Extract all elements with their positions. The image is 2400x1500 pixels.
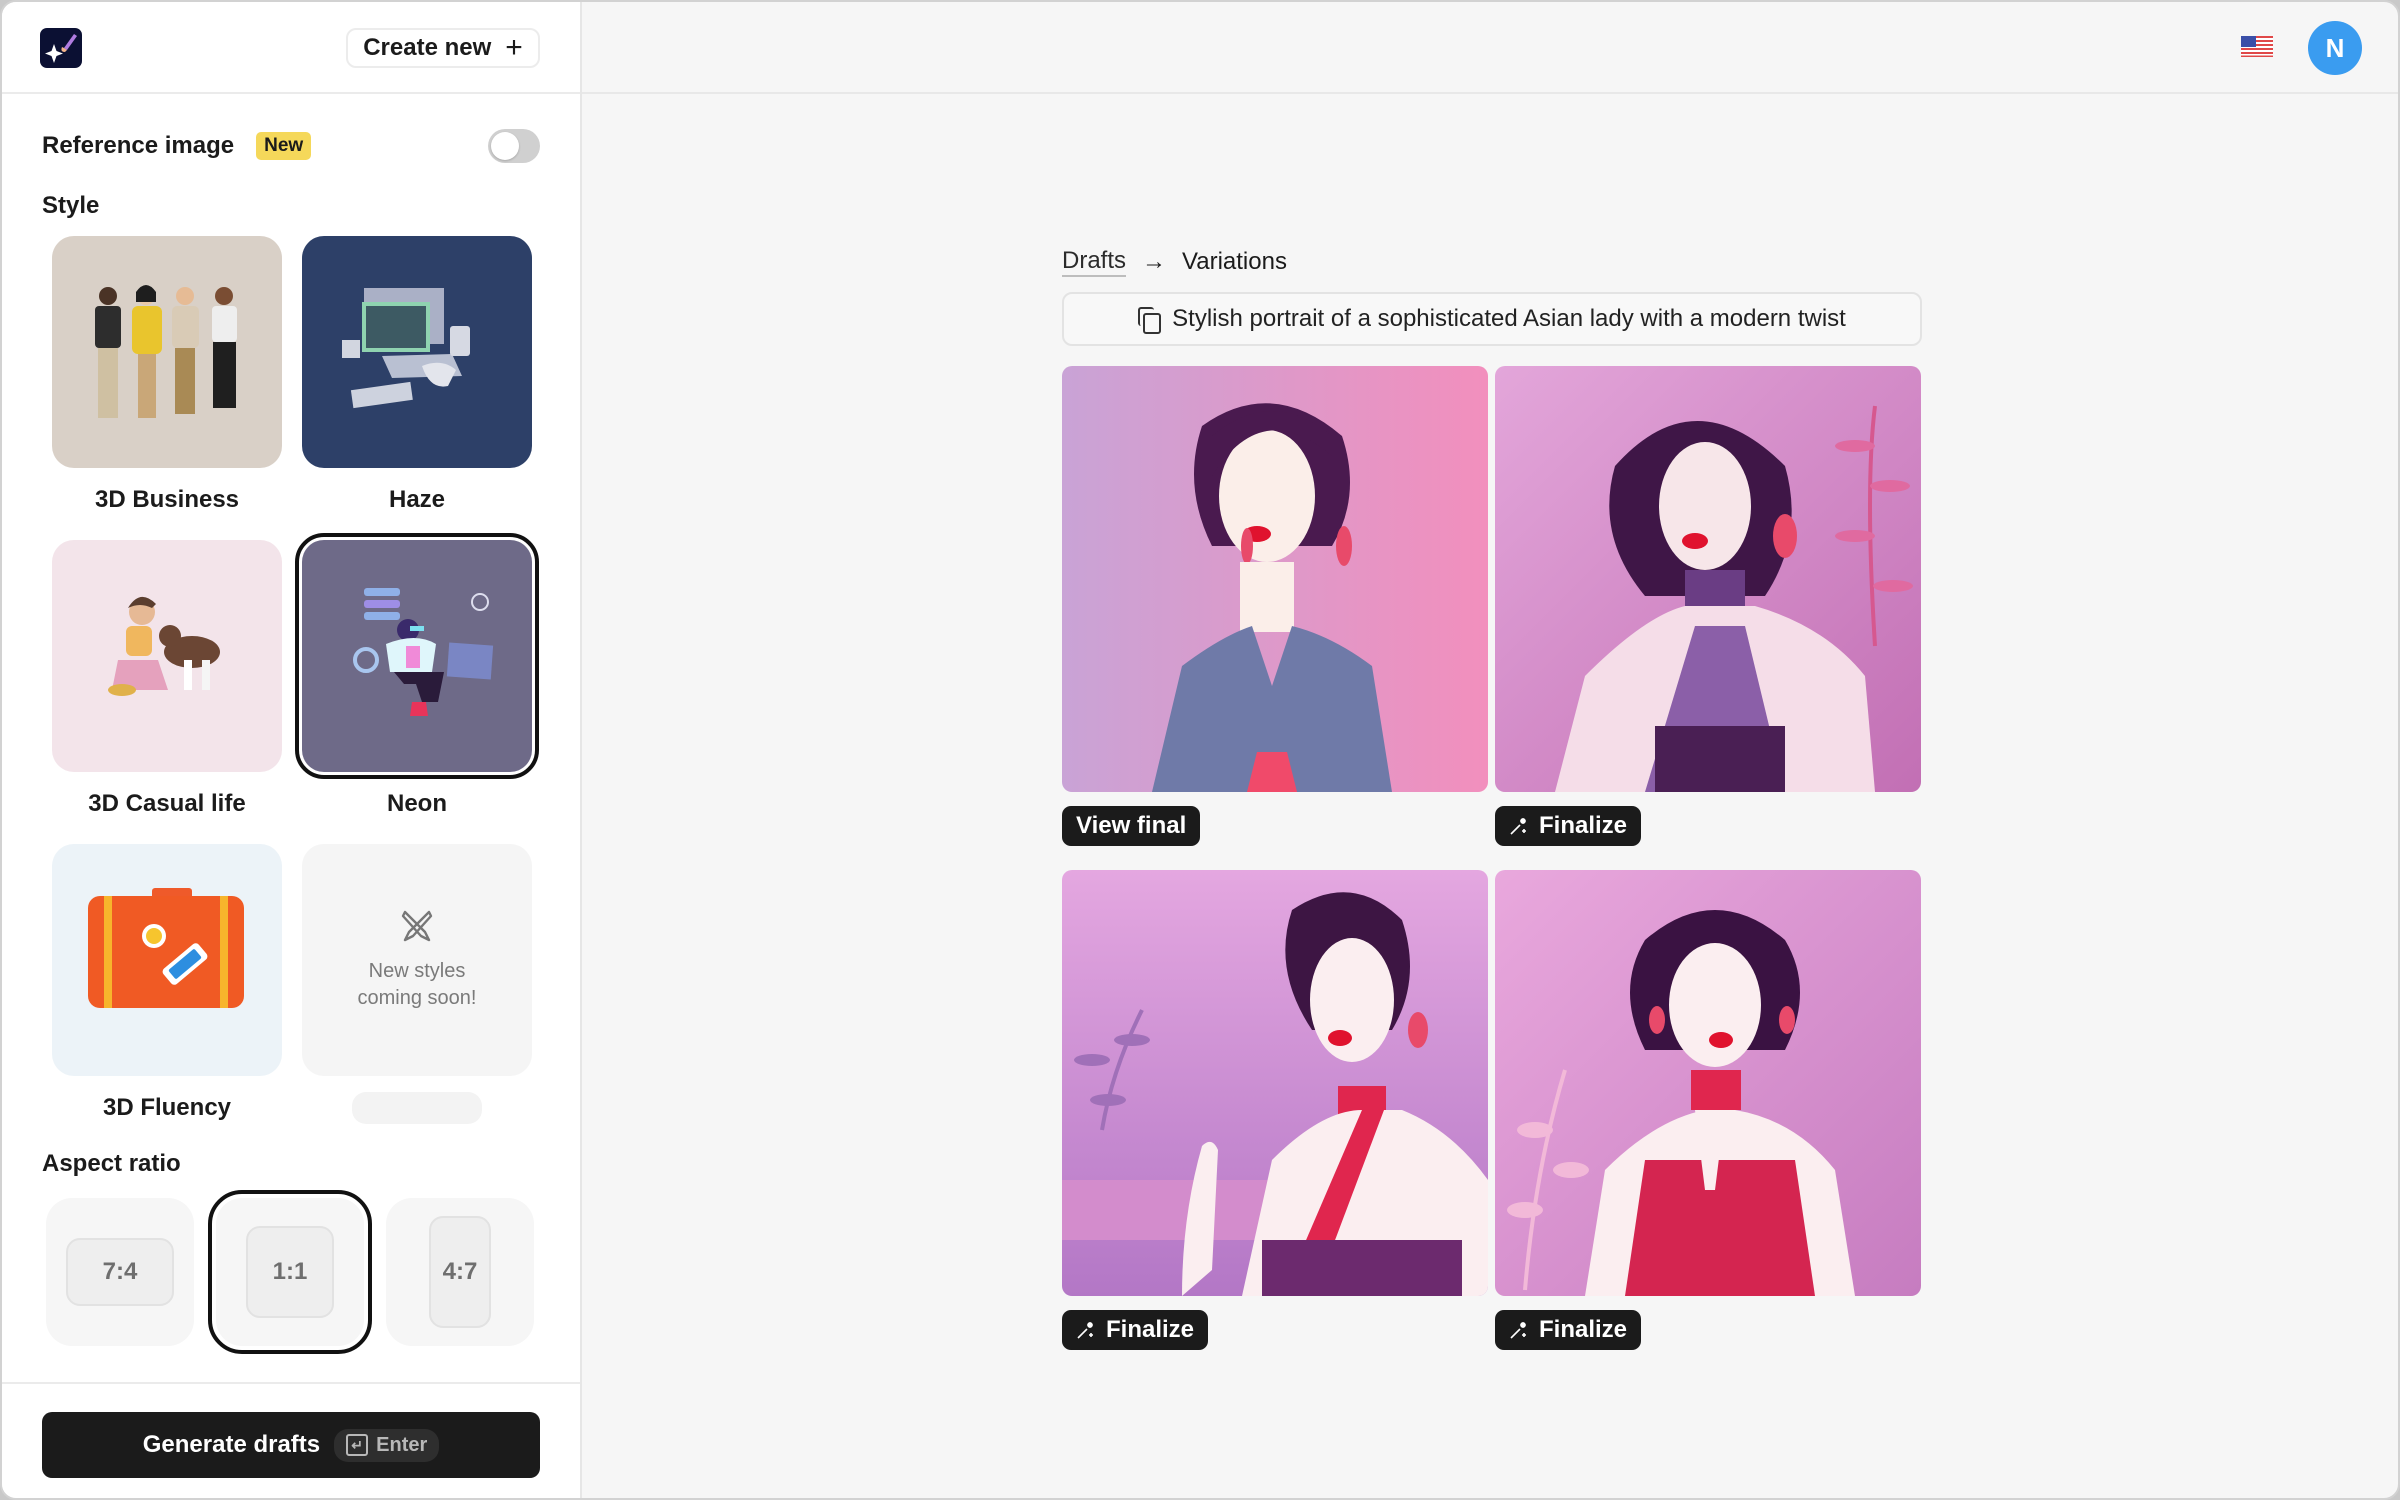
aspect-ratio-section-title: Aspect ratio <box>42 1150 181 1177</box>
prompt-text: Stylish portrait of a sophisticated Asia… <box>1172 305 1846 332</box>
coming-soon-tile: New styles coming soon! <box>302 844 532 1076</box>
style-name: 3D Casual life <box>88 790 246 817</box>
portrait-image <box>1495 366 1921 792</box>
user-avatar[interactable]: N <box>2308 21 2362 75</box>
finalize-button[interactable]: Finalize <box>1495 806 1642 846</box>
style-card-3d-fluency[interactable]: 3D Fluency <box>52 844 282 1124</box>
magic-wand-icon <box>1077 1322 1093 1339</box>
reference-image-toggle[interactable] <box>488 129 540 163</box>
arrow-right-icon: → <box>1142 248 1167 275</box>
app-window: Create new + Reference image New Style 3… <box>0 0 2400 1500</box>
style-section-title: Style <box>42 192 100 219</box>
new-badge: New <box>256 132 312 160</box>
variation-action-label: Finalize <box>1539 812 1628 839</box>
variation-action-label: View final <box>1076 812 1187 839</box>
shortcut-label: Enter <box>376 1433 428 1456</box>
portrait-image <box>1062 870 1488 1296</box>
sidebar-footer: Generate drafts ↵ Enter <box>2 1382 580 1498</box>
aspect-ratio-options: 7:4 1:1 4:7 <box>46 1190 536 1354</box>
aspect-ratio-7-4[interactable]: 7:4 <box>46 1198 194 1346</box>
magic-wand-icon <box>1510 1322 1526 1339</box>
generate-drafts-label: Generate drafts <box>142 1431 321 1458</box>
us-flag-icon[interactable] <box>2241 36 2273 57</box>
style-card-haze[interactable]: Haze <box>302 236 532 516</box>
style-card-neon[interactable]: Neon <box>295 533 539 820</box>
variation-item: Finalize <box>1495 870 1921 1350</box>
ratio-label: 4:7 <box>429 1216 491 1328</box>
coming-soon-line2: coming soon! <box>357 987 477 1009</box>
breadcrumb-drafts-link[interactable]: Drafts <box>1062 247 1127 277</box>
suitcase-illustration <box>88 888 244 1008</box>
style-card-coming-soon: New styles coming soon! <box>302 844 532 1124</box>
sidebar-header: Create new + <box>2 2 580 94</box>
create-new-button[interactable]: Create new + <box>346 28 540 68</box>
ratio-label: 1:1 <box>246 1226 334 1318</box>
group-of-people-illustration <box>95 285 237 418</box>
portrait-image <box>1062 366 1488 792</box>
style-card-3d-casual-life[interactable]: 3D Casual life <box>52 540 282 820</box>
reference-image-row: Reference image New <box>42 126 540 166</box>
main-content: Drafts → Variations Stylish portrait of … <box>1062 242 1922 1350</box>
generate-drafts-button[interactable]: Generate drafts ↵ Enter <box>42 1412 540 1478</box>
style-thumbnail-3d-casual-life <box>52 540 282 772</box>
style-name: Haze <box>388 486 446 513</box>
style-name: 3D Fluency <box>102 1094 232 1121</box>
keyboard-shortcut-hint: ↵ Enter <box>334 1428 440 1462</box>
enter-key-icon: ↵ <box>346 1434 369 1456</box>
finalize-button[interactable]: Finalize <box>1062 1310 1209 1350</box>
sidebar: Create new + Reference image New Style 3… <box>2 2 582 1498</box>
plus-icon: + <box>505 31 523 64</box>
variation-item: Finalize <box>1495 366 1921 846</box>
breadcrumb-current: Variations <box>1182 248 1287 275</box>
copy-icon <box>1138 307 1162 334</box>
variation-image[interactable] <box>1062 366 1488 792</box>
ratio-label: 7:4 <box>66 1238 174 1306</box>
create-new-label: Create new <box>363 34 492 61</box>
placeholder-label-bar <box>352 1092 482 1124</box>
variation-image[interactable] <box>1062 870 1488 1296</box>
variation-action-label: Finalize <box>1539 1316 1628 1343</box>
woman-with-dog-illustration <box>108 596 220 696</box>
portrait-image <box>1495 870 1921 1296</box>
magic-wand-icon <box>1510 818 1526 835</box>
variation-image[interactable] <box>1495 366 1921 792</box>
style-thumbnail-3d-business <box>52 236 282 468</box>
toggle-knob <box>491 132 519 160</box>
aspect-ratio-1-1[interactable]: 1:1 <box>208 1190 372 1354</box>
view-final-button[interactable]: View final <box>1062 806 1201 846</box>
computer-desk-illustration <box>342 288 470 409</box>
coming-soon-line1: New styles <box>368 960 466 982</box>
style-card-3d-business[interactable]: 3D Business <box>52 236 282 516</box>
variation-item: Finalize <box>1062 870 1488 1350</box>
variation-image[interactable] <box>1495 870 1921 1296</box>
finalize-button[interactable]: Finalize <box>1495 1310 1642 1350</box>
prompt-copy-box[interactable]: Stylish portrait of a sophisticated Asia… <box>1062 292 1922 346</box>
breadcrumb: Drafts → Variations <box>1062 242 1922 282</box>
style-thumbnail-haze <box>302 236 532 468</box>
woman-with-holograms-illustration <box>353 588 494 716</box>
sparkle-brush-logo-icon[interactable] <box>40 28 82 68</box>
style-thumbnail-3d-fluency <box>52 844 282 1076</box>
variation-action-label: Finalize <box>1106 1316 1195 1343</box>
style-name: 3D Business <box>94 486 240 513</box>
style-name: Neon <box>387 790 447 817</box>
pencil-brush-crossed-icon <box>401 910 433 942</box>
reference-image-label: Reference image <box>42 132 235 159</box>
variations-grid: View final Finalize Finalize Finalize <box>1062 366 1922 1350</box>
style-grid: 3D Business Haze 3D Casual life Neon 3D … <box>52 236 539 1124</box>
style-thumbnail-neon <box>295 533 539 779</box>
top-bar: N <box>582 2 2398 94</box>
variation-item: View final <box>1062 366 1488 846</box>
aspect-ratio-4-7[interactable]: 4:7 <box>386 1198 534 1346</box>
